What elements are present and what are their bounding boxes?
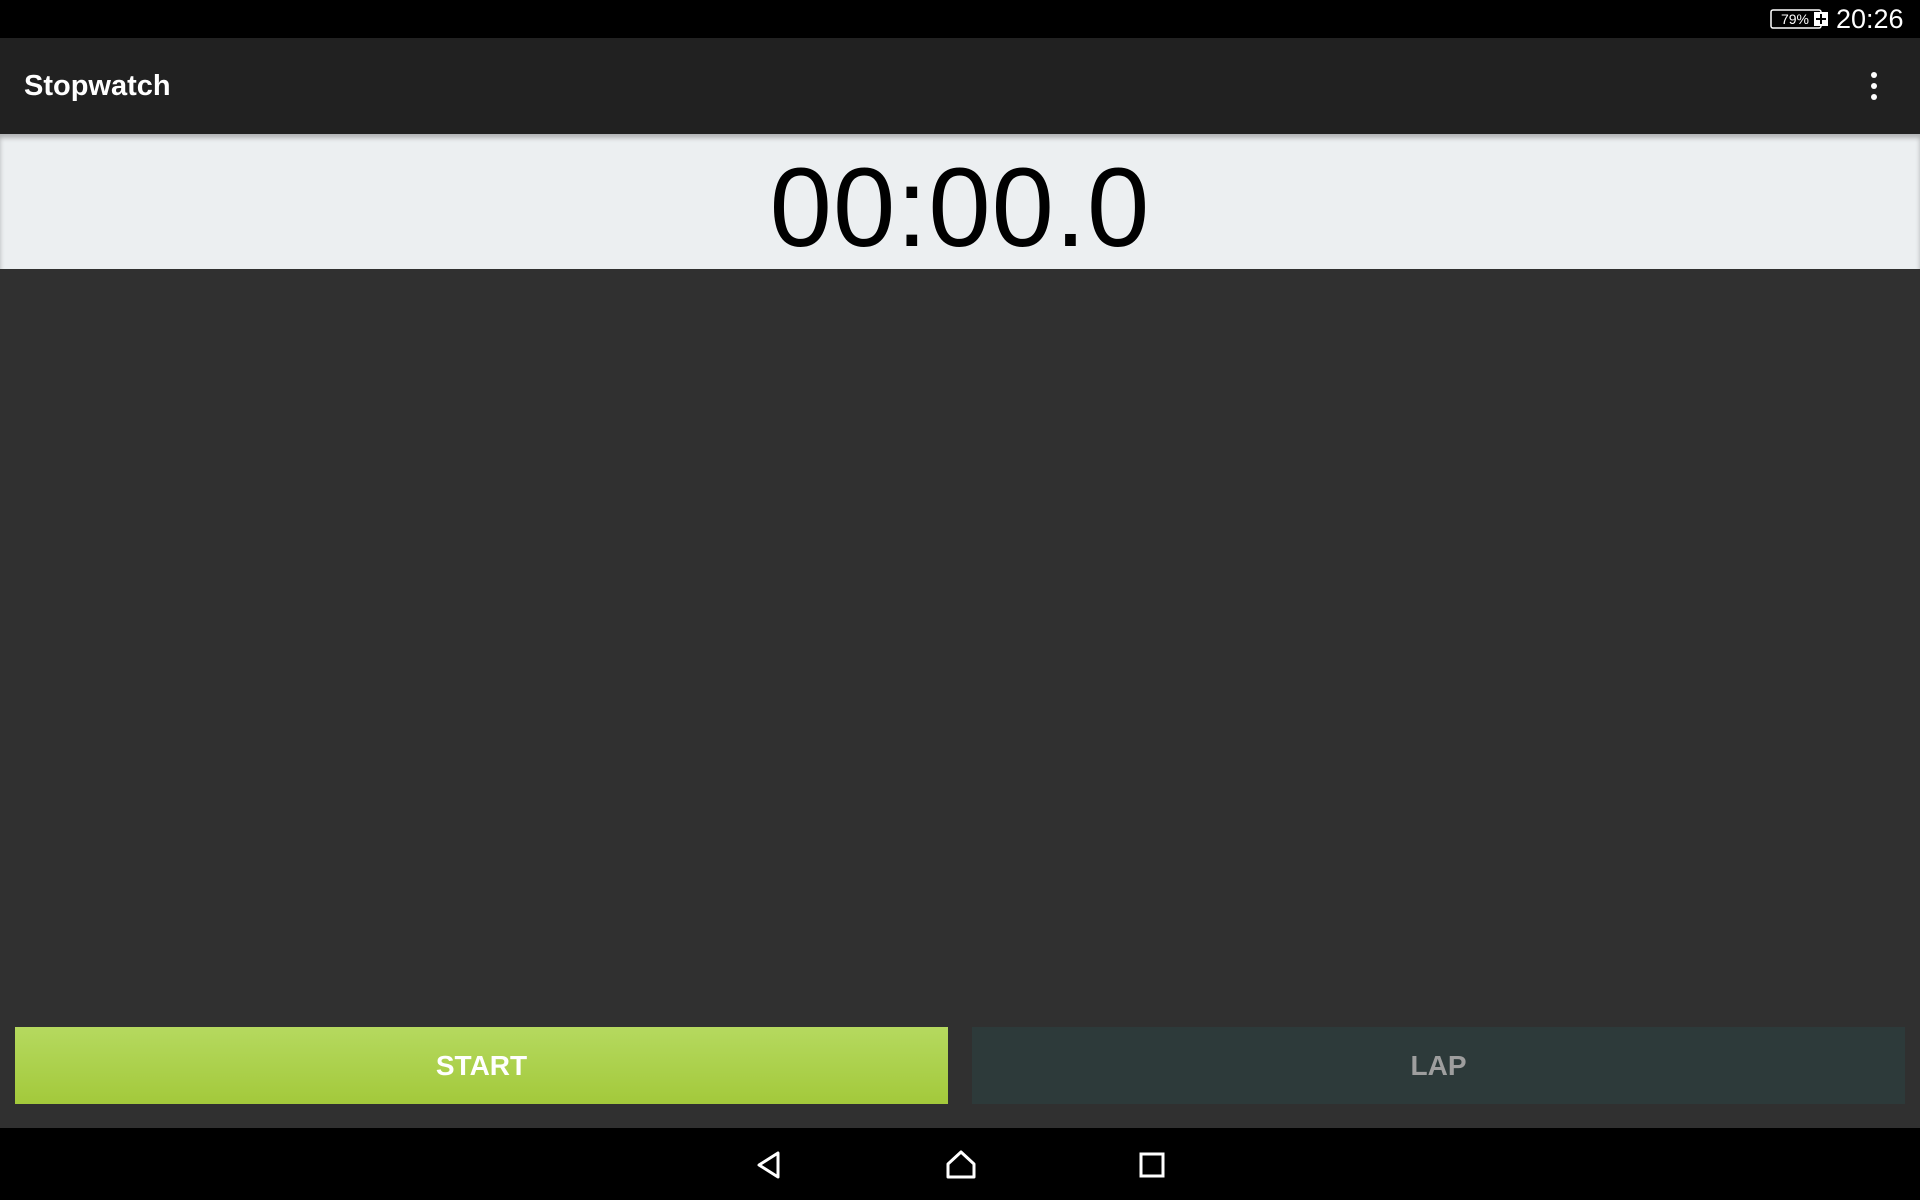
start-button[interactable]: START [15, 1027, 948, 1104]
app-bar: Stopwatch [0, 38, 1920, 134]
recents-square-icon[interactable] [1124, 1140, 1180, 1188]
back-triangle-icon[interactable] [742, 1140, 798, 1188]
menu-dot [1871, 72, 1877, 78]
lap-list [0, 269, 1920, 1027]
timer-display: 00:00.0 [769, 145, 1151, 270]
navigation-bar [0, 1128, 1920, 1200]
lap-button[interactable]: LAP [972, 1027, 1905, 1104]
timer-panel: 00:00.0 [0, 134, 1920, 270]
home-icon[interactable] [933, 1140, 989, 1188]
app-title: Stopwatch [24, 70, 171, 102]
menu-dot [1871, 94, 1877, 100]
status-bar: 79% 20:26 [0, 0, 1920, 38]
stopwatch-screen: 79% 20:26 Stopwatch 00:00.0 START LAP [0, 0, 1920, 1200]
more-vert-icon[interactable] [1852, 62, 1896, 110]
menu-dot [1871, 83, 1877, 89]
battery-level: 79% [1780, 11, 1810, 27]
status-clock: 20:26 [1836, 4, 1904, 34]
